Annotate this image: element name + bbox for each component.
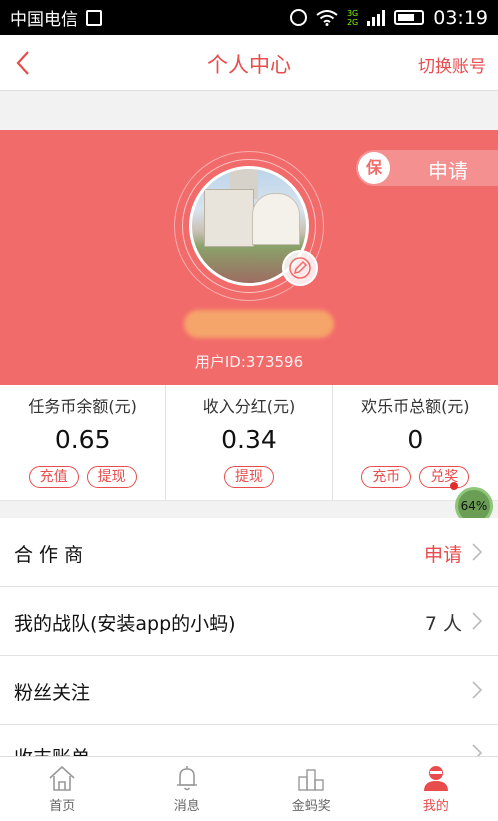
redeem-button[interactable]: 兑奖 bbox=[419, 466, 470, 488]
bottom-tab-bar: 首页 消息 金蚂奖 我的 bbox=[0, 756, 498, 821]
status-bar: 中国电信 3G 2G 03:19 bbox=[0, 0, 498, 35]
menu-item-partner[interactable]: 合 作 商 申请 bbox=[0, 518, 498, 587]
menu-item-bill[interactable]: 收支账单 bbox=[0, 725, 498, 760]
chevron-right-icon bbox=[472, 681, 483, 699]
user-icon bbox=[423, 766, 448, 791]
app-header: 个人中心 切换账号 bbox=[0, 35, 498, 91]
menu-item-label: 粉丝关注 bbox=[14, 682, 91, 704]
menu-item-label: 合 作 商 bbox=[14, 544, 84, 566]
carrier-name: 中国电信 bbox=[10, 10, 78, 30]
signal-icon bbox=[367, 9, 386, 26]
menu-item-label: 我的战队(安装app的小蚂) bbox=[14, 613, 236, 635]
network-type: 3G 2G bbox=[347, 9, 358, 27]
stat-label: 任务币余额(元) bbox=[28, 397, 137, 416]
menu-list: 合 作 商 申请 我的战队(安装app的小蚂) 7 人 粉丝关注 收支账单 bbox=[0, 518, 498, 760]
tab-label: 消息 bbox=[173, 799, 200, 814]
chevron-right-icon bbox=[472, 612, 483, 630]
stat-task-coin: 任务币余额(元) 0.65 充值 提现 bbox=[0, 385, 167, 500]
home-icon bbox=[49, 765, 75, 791]
alarm-icon bbox=[289, 9, 307, 26]
notification-dot bbox=[450, 482, 458, 490]
menu-item-fans[interactable]: 粉丝关注 bbox=[0, 656, 498, 725]
status-icons: 3G 2G 03:19 bbox=[289, 6, 488, 29]
recharge-button[interactable]: 充值 bbox=[28, 466, 79, 488]
edit-avatar-icon[interactable] bbox=[282, 250, 318, 286]
podium-icon bbox=[298, 769, 324, 791]
network-type-bottom: 2G bbox=[346, 17, 359, 27]
tab-mine[interactable]: 我的 bbox=[374, 757, 498, 821]
carrier-group: 中国电信 bbox=[10, 5, 102, 30]
username-redacted bbox=[184, 310, 334, 338]
buy-coin-button[interactable]: 充币 bbox=[361, 466, 412, 488]
bell-icon bbox=[176, 766, 197, 791]
battery-icon bbox=[394, 10, 425, 25]
profile-banner: 保 申请 用户ID:373596 bbox=[0, 130, 498, 385]
stat-value: 0 bbox=[407, 425, 424, 454]
wallet-stats: 任务币余额(元) 0.65 充值 提现 收入分红(元) 0.34 提现 欢乐币总… bbox=[0, 385, 498, 501]
user-id: 用户ID:373596 bbox=[194, 353, 304, 371]
withdraw-dividend-button[interactable]: 提现 bbox=[223, 466, 274, 488]
chevron-right-icon bbox=[472, 543, 483, 561]
stat-value: 0.65 bbox=[54, 425, 111, 454]
menu-item-team[interactable]: 我的战队(安装app的小蚂) 7 人 bbox=[0, 587, 498, 656]
tab-home[interactable]: 首页 bbox=[0, 757, 125, 821]
stat-label: 欢乐币总额(元) bbox=[361, 397, 470, 416]
switch-account-button[interactable]: 切换账号 bbox=[418, 52, 486, 77]
bao-badge-icon: 保 bbox=[358, 152, 390, 184]
stat-fun-coin: 欢乐币总额(元) 0 充币 兑奖 bbox=[333, 385, 498, 500]
status-time: 03:19 bbox=[433, 6, 488, 29]
menu-item-value: 申请 bbox=[423, 544, 462, 566]
tab-messages[interactable]: 消息 bbox=[125, 757, 250, 821]
network-type-top: 3G bbox=[346, 8, 359, 18]
stat-value: 0.34 bbox=[221, 425, 277, 454]
tab-golden-ant-award[interactable]: 金蚂奖 bbox=[249, 757, 374, 821]
wifi-icon bbox=[316, 9, 338, 26]
withdraw-button[interactable]: 提现 bbox=[86, 466, 137, 488]
apply-button[interactable]: 保 申请 bbox=[356, 150, 498, 186]
tab-label: 金蚂奖 bbox=[291, 799, 331, 814]
stat-label: 收入分红(元) bbox=[202, 397, 296, 416]
pencil-icon bbox=[289, 257, 311, 279]
menu-item-value: 7 人 bbox=[424, 613, 462, 635]
apply-label: 申请 bbox=[428, 159, 468, 183]
tab-label: 首页 bbox=[49, 799, 76, 814]
tab-label: 我的 bbox=[422, 799, 449, 814]
stat-income-dividend: 收入分红(元) 0.34 提现 bbox=[166, 385, 333, 500]
sim-icon bbox=[86, 9, 102, 26]
